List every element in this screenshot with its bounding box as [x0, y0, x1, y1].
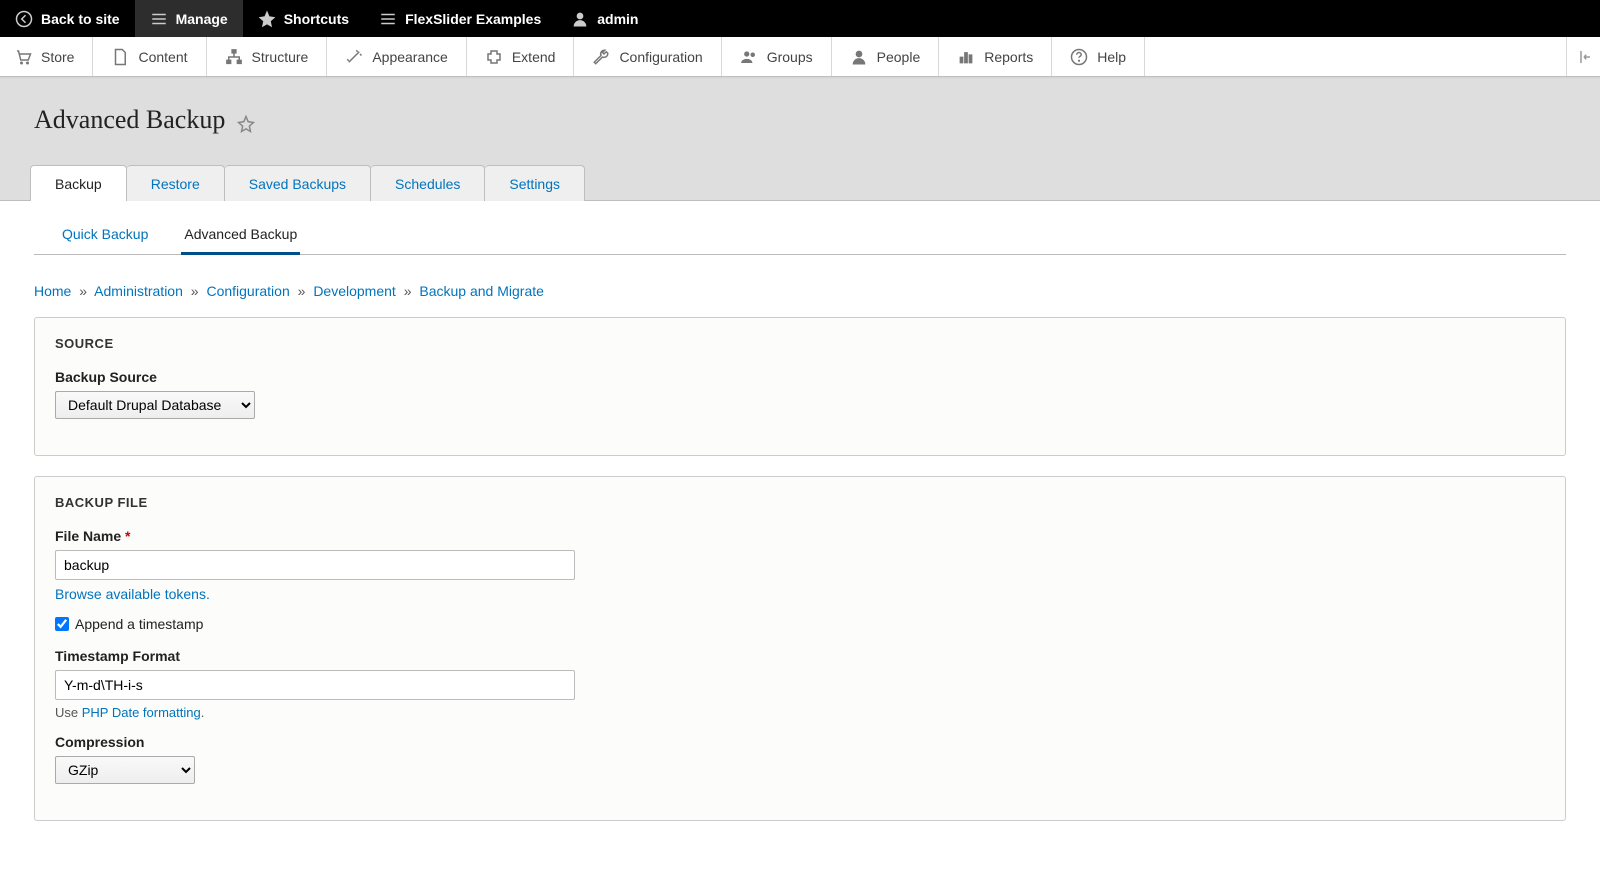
- page-header: Advanced Backup Backup Restore Saved Bac…: [0, 77, 1600, 201]
- user-label: admin: [597, 11, 638, 27]
- admin-menu: Store Content Structure Appearance Exten…: [0, 37, 1600, 77]
- source-legend: SOURCE: [55, 336, 1545, 351]
- menu-people[interactable]: People: [832, 37, 940, 76]
- hamburger-icon: [150, 10, 168, 28]
- crumb-config[interactable]: Configuration: [206, 283, 289, 299]
- menu-content-label: Content: [138, 49, 187, 65]
- tab-saved-backups[interactable]: Saved Backups: [225, 165, 371, 201]
- flexslider-label: FlexSlider Examples: [405, 11, 541, 27]
- menu-people-label: People: [877, 49, 921, 65]
- menu-structure[interactable]: Structure: [207, 37, 328, 76]
- tab-restore[interactable]: Restore: [127, 165, 225, 201]
- menu-appearance[interactable]: Appearance: [327, 37, 467, 76]
- menu-configuration-label: Configuration: [619, 49, 702, 65]
- wand-icon: [345, 48, 363, 66]
- required-marker: *: [125, 528, 130, 544]
- append-timestamp-checkbox[interactable]: [55, 617, 69, 631]
- menu-groups[interactable]: Groups: [722, 37, 832, 76]
- timestamp-format-desc: Use PHP Date formatting.: [55, 705, 1545, 720]
- menu-structure-label: Structure: [252, 49, 309, 65]
- cart-icon: [14, 48, 32, 66]
- menu-store-label: Store: [41, 49, 74, 65]
- menu-appearance-label: Appearance: [372, 49, 448, 65]
- menu-extend[interactable]: Extend: [467, 37, 575, 76]
- menu-groups-label: Groups: [767, 49, 813, 65]
- crumb-sep: »: [187, 283, 203, 299]
- crumb-home[interactable]: Home: [34, 283, 71, 299]
- breadcrumb: Home » Administration » Configuration » …: [34, 283, 1566, 299]
- back-to-site[interactable]: Back to site: [0, 0, 135, 37]
- backup-source-label: Backup Source: [55, 369, 1545, 385]
- append-timestamp-label[interactable]: Append a timestamp: [75, 616, 203, 632]
- favorite-star-icon[interactable]: [237, 115, 255, 133]
- manage-label: Manage: [176, 11, 228, 27]
- subtab-quick-backup[interactable]: Quick Backup: [59, 226, 151, 254]
- menu-reports[interactable]: Reports: [939, 37, 1052, 76]
- secondary-tabs: Quick Backup Advanced Backup: [34, 226, 1566, 255]
- php-date-formatting-link[interactable]: PHP Date formatting: [82, 705, 201, 720]
- toolbar-collapse[interactable]: [1566, 37, 1600, 76]
- crumb-sep: »: [400, 283, 416, 299]
- crumb-sep: »: [294, 283, 310, 299]
- crumb-bam[interactable]: Backup and Migrate: [419, 283, 544, 299]
- compression-select[interactable]: GZip: [55, 756, 195, 784]
- tab-backup[interactable]: Backup: [30, 165, 127, 201]
- chart-icon: [957, 48, 975, 66]
- page-title: Advanced Backup: [34, 105, 225, 134]
- chevron-left-circle-icon: [15, 10, 33, 28]
- file-name-label: File Name *: [55, 528, 1545, 544]
- help-icon: [1070, 48, 1088, 66]
- manage-menu[interactable]: Manage: [135, 0, 243, 37]
- wrench-icon: [592, 48, 610, 66]
- timestamp-format-label: Timestamp Format: [55, 648, 1545, 664]
- crumb-dev[interactable]: Development: [313, 283, 396, 299]
- fieldset-backup-file: BACKUP FILE File Name * Browse available…: [34, 476, 1566, 821]
- toolbar-top: Back to site Manage Shortcuts FlexSlider…: [0, 0, 1600, 37]
- backup-source-select[interactable]: Default Drupal Database: [55, 391, 255, 419]
- user-menu[interactable]: admin: [556, 0, 653, 37]
- hamburger-icon: [379, 10, 397, 28]
- document-icon: [111, 48, 129, 66]
- menu-content[interactable]: Content: [93, 37, 206, 76]
- shortcuts-menu[interactable]: Shortcuts: [243, 0, 364, 37]
- menu-help-label: Help: [1097, 49, 1126, 65]
- menu-configuration[interactable]: Configuration: [574, 37, 721, 76]
- crumb-admin[interactable]: Administration: [94, 283, 183, 299]
- menu-reports-label: Reports: [984, 49, 1033, 65]
- star-icon: [258, 10, 276, 28]
- browse-tokens-link[interactable]: Browse available tokens.: [55, 586, 210, 602]
- file-name-input[interactable]: [55, 550, 575, 580]
- sitemap-icon: [225, 48, 243, 66]
- crumb-sep: »: [75, 283, 91, 299]
- shortcuts-label: Shortcuts: [284, 11, 349, 27]
- menu-store[interactable]: Store: [0, 37, 93, 76]
- puzzle-icon: [485, 48, 503, 66]
- people-icon: [850, 48, 868, 66]
- tab-settings[interactable]: Settings: [485, 165, 585, 201]
- compression-label: Compression: [55, 734, 1545, 750]
- back-to-site-label: Back to site: [41, 11, 120, 27]
- groups-icon: [740, 48, 758, 66]
- tab-schedules[interactable]: Schedules: [371, 165, 485, 201]
- user-icon: [571, 10, 589, 28]
- fieldset-source: SOURCE Backup Source Default Drupal Data…: [34, 317, 1566, 456]
- subtab-advanced-backup[interactable]: Advanced Backup: [181, 226, 300, 255]
- primary-tabs: Backup Restore Saved Backups Schedules S…: [0, 165, 1600, 200]
- menu-help[interactable]: Help: [1052, 37, 1145, 76]
- menu-extend-label: Extend: [512, 49, 556, 65]
- backup-file-legend: BACKUP FILE: [55, 495, 1545, 510]
- content: Quick Backup Advanced Backup Home » Admi…: [0, 201, 1600, 881]
- flexslider-menu[interactable]: FlexSlider Examples: [364, 0, 556, 37]
- timestamp-format-input[interactable]: [55, 670, 575, 700]
